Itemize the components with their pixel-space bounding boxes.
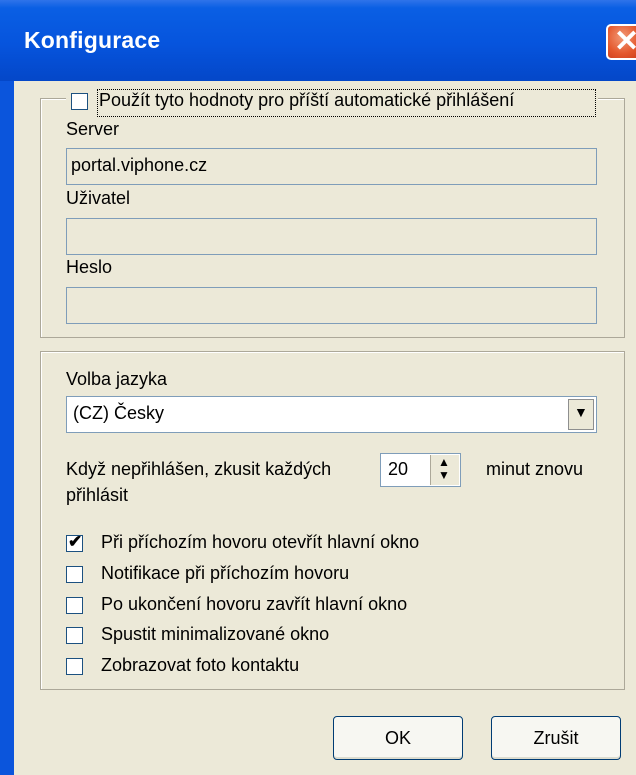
password-field[interactable]: [66, 287, 597, 324]
spin-down-icon[interactable]: ▼: [438, 468, 450, 482]
spin-up-icon[interactable]: ▲: [438, 455, 450, 469]
option-label[interactable]: Spustit minimalizované okno: [101, 624, 329, 645]
window-title: Konfigurace: [24, 27, 161, 53]
user-field[interactable]: [66, 218, 597, 255]
server-field[interactable]: portal.viphone.cz: [66, 148, 597, 185]
retry-prefix-label: Když nepřihlášen, zkusit každých: [66, 459, 332, 479]
user-label: Uživatel: [66, 188, 131, 208]
password-label: Heslo: [66, 257, 113, 277]
option-checkbox-close-main[interactable]: [66, 597, 83, 614]
remember-label[interactable]: Použít tyto hodnoty pro příští automatic…: [99, 90, 514, 111]
spinner-buttons[interactable]: ▲ ▼: [430, 455, 459, 485]
option-checkbox-open-main[interactable]: ✔: [66, 532, 83, 552]
remember-checkbox[interactable]: [71, 93, 88, 110]
option-label[interactable]: Notifikace při příchozím hovoru: [101, 563, 349, 584]
close-icon: ✕: [614, 25, 636, 58]
language-label: Volba jazyka: [66, 369, 168, 389]
close-button[interactable]: ✕: [606, 24, 636, 60]
option-label[interactable]: Zobrazovat foto kontaktu: [101, 655, 299, 676]
language-dropdown[interactable]: (CZ) Česky ▼: [66, 396, 597, 433]
chevron-down-icon: ▼: [574, 404, 588, 420]
checkmark-icon: ✔: [68, 532, 83, 551]
option-label[interactable]: Po ukončení hovoru zavřít hlavní okno: [101, 594, 407, 615]
language-value: (CZ) Česky: [73, 403, 164, 423]
retry-suffix-label: minut znovu: [486, 459, 584, 479]
server-value: portal.viphone.cz: [71, 155, 208, 175]
server-label: Server: [66, 119, 120, 139]
option-checkbox-notification[interactable]: [66, 566, 83, 583]
option-checkbox-show-photo[interactable]: [66, 658, 83, 675]
ok-button[interactable]: OK: [333, 716, 463, 760]
retry-interval-spinner[interactable]: 20 ▲ ▼: [380, 453, 461, 487]
retry-value[interactable]: 20: [388, 459, 408, 480]
dropdown-arrow-button[interactable]: ▼: [568, 399, 594, 430]
option-label[interactable]: Při příchozím hovoru otevřít hlavní okno: [101, 532, 419, 553]
configuration-dialog: Konfigurace ✕ Použít tyto hodnoty pro př…: [0, 0, 636, 775]
title-bar[interactable]: Konfigurace ✕: [0, 0, 636, 81]
cancel-button[interactable]: Zrušit: [491, 716, 621, 760]
option-checkbox-start-minimized[interactable]: [66, 627, 83, 644]
retry-suffix2-label: přihlásit: [66, 485, 129, 505]
window-left-border: [0, 81, 14, 775]
